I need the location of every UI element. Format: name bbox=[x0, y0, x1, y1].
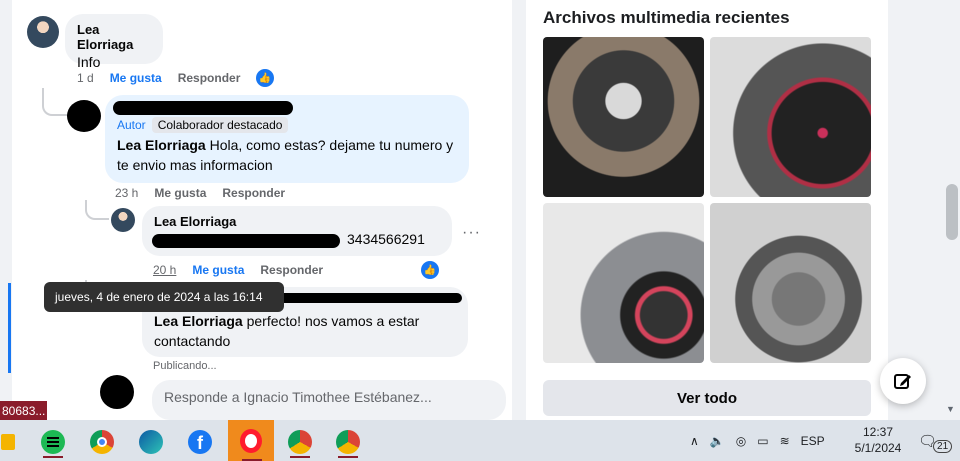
avatar[interactable] bbox=[67, 100, 101, 132]
comment-bubble: Lea Elorriaga 3434566291 bbox=[142, 206, 452, 256]
media-thumbnail[interactable] bbox=[710, 37, 871, 197]
redacted-name bbox=[113, 101, 293, 115]
like-button[interactable]: Me gusta bbox=[110, 71, 162, 85]
more-options-button[interactable]: ··· bbox=[462, 224, 481, 242]
new-message-button[interactable] bbox=[880, 358, 926, 404]
redacted-text bbox=[152, 234, 340, 248]
recent-media-panel: Archivos multimedia recientes Ver todo bbox=[526, 0, 888, 420]
comment-actions: 20 h Me gusta Responder bbox=[153, 263, 323, 277]
opera-icon[interactable] bbox=[228, 420, 274, 461]
author-badges: Autor Colaborador destacado bbox=[117, 117, 457, 133]
notification-count: 21 bbox=[933, 440, 953, 453]
clock-time: 12:37 bbox=[862, 425, 894, 439]
comment-time[interactable]: 1 d bbox=[77, 71, 94, 85]
reply-button[interactable]: Responder bbox=[222, 186, 285, 200]
comment-bubble: Autor Colaborador destacado Lea Elorriag… bbox=[105, 95, 469, 183]
comment-author[interactable]: Lea Elorriaga bbox=[77, 22, 151, 52]
facebook-icon[interactable]: f bbox=[182, 426, 218, 458]
posting-status: Publicando... bbox=[153, 360, 217, 372]
author-badge: Autor bbox=[117, 118, 146, 132]
like-button[interactable]: Me gusta bbox=[192, 263, 244, 277]
language-indicator[interactable]: ESP bbox=[801, 434, 825, 448]
file-explorer-icon[interactable] bbox=[0, 426, 16, 458]
top-contributor-badge: Colaborador destacado bbox=[151, 117, 289, 133]
comment-text: Lea Elorriaga Hola, como estas? dejame t… bbox=[117, 137, 454, 173]
media-title: Archivos multimedia recientes bbox=[543, 8, 790, 27]
chrome-profile-2-icon[interactable] bbox=[330, 426, 366, 458]
comment-author[interactable]: Lea Elorriaga bbox=[154, 214, 440, 229]
comment-time[interactable]: 20 h bbox=[153, 263, 176, 277]
comment-actions: 23 h Me gusta Responder bbox=[115, 186, 285, 200]
spotify-icon[interactable] bbox=[35, 426, 71, 458]
selection-indicator bbox=[8, 283, 11, 373]
volume-icon[interactable]: 🔈 bbox=[710, 434, 725, 448]
chrome-icon[interactable] bbox=[84, 426, 120, 458]
comment-time[interactable]: 23 h bbox=[115, 186, 138, 200]
like-reaction-icon[interactable]: 👍 bbox=[421, 261, 439, 279]
avatar[interactable] bbox=[27, 16, 59, 48]
reply-button[interactable]: Responder bbox=[178, 71, 241, 85]
clock-date: 5/1/2024 bbox=[854, 441, 902, 455]
media-thumbnail[interactable] bbox=[543, 203, 704, 363]
system-tray: ∧ 🔈 ◎ ▭ ≋ ESP bbox=[690, 420, 825, 461]
chrome-profile-icon[interactable] bbox=[282, 426, 318, 458]
scroll-down-icon[interactable]: ▼ bbox=[946, 404, 955, 414]
media-thumbnail[interactable] bbox=[710, 203, 871, 363]
browser-viewport: Lea Elorriaga Info 1 d Me gusta Responde… bbox=[0, 0, 960, 420]
tab-badge[interactable]: 80683... bbox=[0, 401, 47, 420]
avatar[interactable] bbox=[111, 208, 135, 232]
compose-icon bbox=[894, 374, 911, 389]
comment-text: Info bbox=[77, 54, 101, 70]
battery-icon[interactable]: ▭ bbox=[757, 434, 768, 448]
media-thumbnail[interactable] bbox=[543, 37, 704, 197]
network-icon[interactable]: ◎ bbox=[736, 434, 746, 448]
comment-text: Lea Elorriaga perfecto! nos vamos a esta… bbox=[154, 313, 420, 349]
comment-actions: 1 d Me gusta Responder bbox=[77, 71, 240, 85]
avatar[interactable] bbox=[100, 375, 134, 409]
comments-panel: Lea Elorriaga Info 1 d Me gusta Responde… bbox=[12, 0, 512, 420]
wifi-icon[interactable]: ≋ bbox=[780, 434, 790, 448]
clock[interactable]: 12:37 5/1/2024 bbox=[850, 424, 906, 456]
like-reaction-icon[interactable]: 👍 bbox=[256, 69, 274, 87]
comment-bubble: Lea Elorriaga Info bbox=[65, 14, 163, 70]
reply-input[interactable]: Responde a Ignacio Timothee Estébanez... bbox=[152, 380, 506, 420]
reply-button[interactable]: Responder bbox=[260, 263, 323, 277]
scrollbar[interactable] bbox=[946, 184, 958, 240]
show-hidden-icons-icon[interactable]: ∧ bbox=[690, 434, 699, 448]
timestamp-tooltip: jueves, 4 de enero de 2024 a las 16:14 bbox=[44, 282, 284, 312]
edge-icon[interactable] bbox=[133, 426, 169, 458]
see-all-button[interactable]: Ver todo bbox=[543, 380, 871, 416]
notification-center[interactable]: 🗨 21 bbox=[918, 420, 953, 461]
like-button[interactable]: Me gusta bbox=[154, 186, 206, 200]
thread-connector bbox=[85, 200, 109, 220]
mention-link[interactable]: Lea Elorriaga bbox=[117, 137, 206, 153]
redacted-name bbox=[262, 293, 462, 303]
mention-link[interactable]: Lea Elorriaga bbox=[154, 313, 243, 329]
